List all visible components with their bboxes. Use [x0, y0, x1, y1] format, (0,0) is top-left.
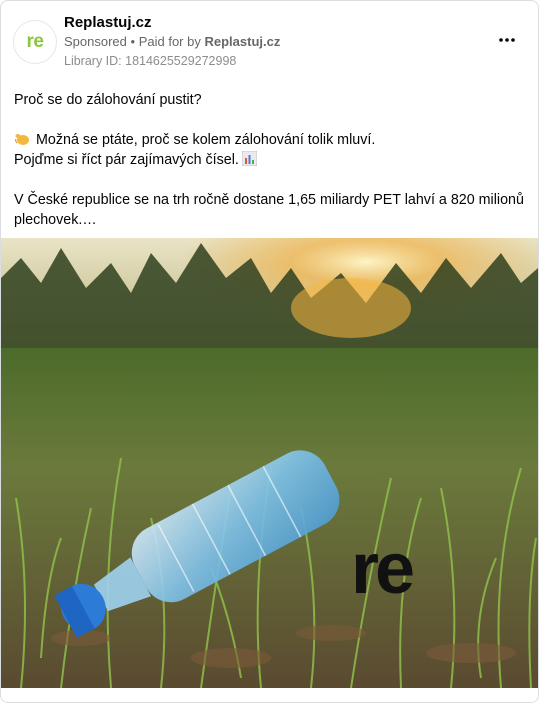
paid-for-prefix: Paid for by	[138, 34, 201, 49]
more-dots-icon	[499, 38, 515, 42]
avatar-logo-text: re	[26, 31, 44, 52]
image-logo: re	[351, 529, 415, 609]
plastic-bottle-in-grass-photo	[1, 238, 538, 688]
ad-meta: Sponsored • Paid for by Replastuj.cz	[64, 34, 280, 49]
post-text: Proč se do zálohování pustit? Možná se p…	[14, 90, 529, 230]
post-line-stats: V České republice se na trh ročně dostan…	[14, 192, 524, 228]
sponsored-label[interactable]: Sponsored	[64, 34, 127, 49]
card-footer	[1, 688, 538, 702]
meta-separator: •	[130, 34, 136, 49]
more-options-button[interactable]	[494, 27, 520, 53]
post-line-question: Proč se do zálohování pustit?	[14, 92, 202, 108]
paid-for-name[interactable]: Replastuj.cz	[204, 34, 280, 49]
library-id: Library ID: 1814625529272998	[64, 54, 237, 68]
ad-card: re Replastuj.cz Sponsored • Paid for by …	[0, 0, 539, 703]
bar-chart-icon	[241, 151, 257, 166]
post-line-numbers: Pojďme si říct pár zajímavých čísel.	[14, 150, 529, 170]
ad-image[interactable]: re	[1, 238, 538, 688]
waving-hand-icon	[15, 134, 29, 145]
post-line-hand: Možná se ptáte, proč se kolem zálohování…	[14, 130, 529, 150]
page-avatar[interactable]: re	[13, 20, 57, 64]
page-name-link[interactable]: Replastuj.cz	[64, 14, 152, 31]
